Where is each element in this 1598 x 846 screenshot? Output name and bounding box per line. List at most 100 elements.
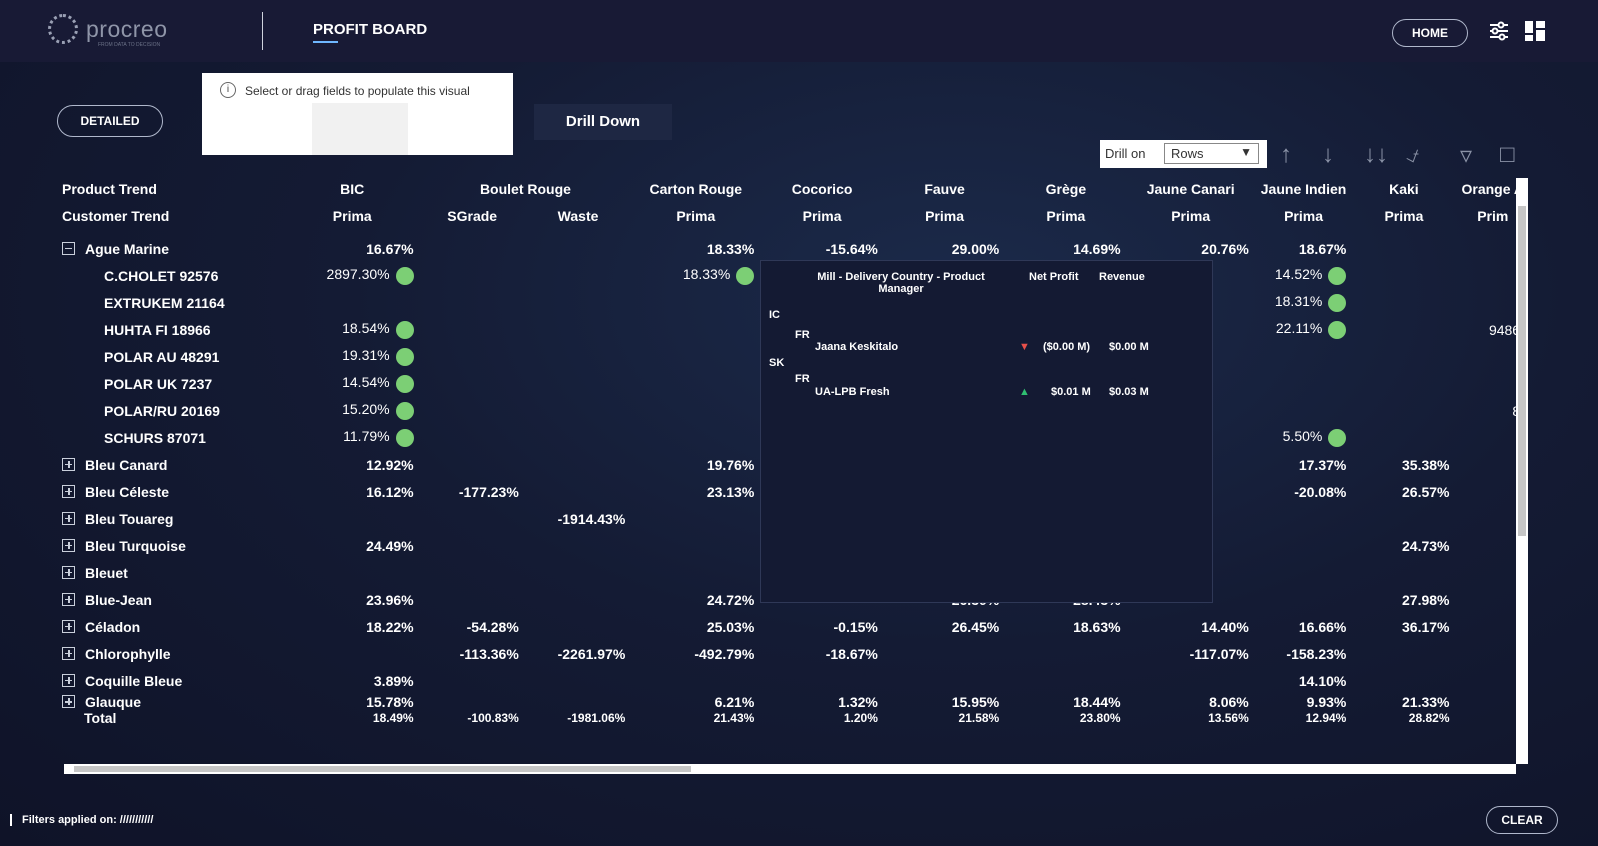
value-cell[interactable]	[631, 505, 760, 532]
value-cell[interactable]	[420, 559, 525, 586]
row-label-cell[interactable]: Bleuet	[56, 559, 285, 586]
value-cell[interactable]: 18.33%	[631, 262, 760, 289]
row-label-cell[interactable]: Bleu Céleste	[56, 478, 285, 505]
value-cell[interactable]	[420, 505, 525, 532]
value-cell[interactable]: -54.28%	[420, 613, 525, 640]
value-cell[interactable]: 18.44%	[1005, 694, 1126, 710]
value-cell[interactable]	[1255, 505, 1353, 532]
value-cell[interactable]	[1352, 397, 1455, 424]
column-header[interactable]: Jaune Indien	[1255, 175, 1353, 202]
value-cell[interactable]: 23.96%	[285, 586, 420, 613]
value-cell[interactable]: 17.37%	[1255, 451, 1353, 478]
table-row[interactable]: Céladon 18.22% -54.28% 25.03% -0.15% 26.45% 18…	[56, 613, 1530, 640]
value-cell[interactable]	[525, 262, 632, 289]
value-cell[interactable]: 26.45%	[884, 613, 1005, 640]
value-cell[interactable]: 22.11%	[1255, 316, 1353, 343]
value-cell[interactable]: 18.33%	[631, 235, 760, 262]
column-subheader[interactable]: Prima	[884, 202, 1005, 229]
row-label-cell[interactable]: Glauque	[56, 694, 285, 710]
column-header[interactable]: Jaune Canari	[1127, 175, 1255, 202]
value-cell[interactable]	[285, 640, 420, 667]
clear-button[interactable]: CLEAR	[1486, 806, 1558, 834]
value-cell[interactable]: 25.03%	[631, 613, 760, 640]
value-cell[interactable]	[420, 586, 525, 613]
value-cell[interactable]: 36.17%	[1352, 613, 1455, 640]
value-cell[interactable]: 20.76%	[1127, 235, 1255, 262]
value-cell[interactable]: 21.33%	[1352, 694, 1455, 710]
value-cell[interactable]	[525, 559, 632, 586]
column-header[interactable]: Carton Rouge	[631, 175, 760, 202]
value-cell[interactable]	[420, 694, 525, 710]
value-cell[interactable]: 18.63%	[1005, 613, 1126, 640]
home-button[interactable]: HOME	[1392, 19, 1468, 47]
table-row[interactable]: Coquille Bleue 3.89% 14.10%	[56, 667, 1530, 694]
column-header[interactable]: Boulet Rouge	[420, 175, 632, 202]
value-cell[interactable]	[420, 397, 525, 424]
value-cell[interactable]	[1005, 667, 1126, 694]
value-cell[interactable]	[285, 559, 420, 586]
expand-icon[interactable]	[62, 484, 75, 498]
value-cell[interactable]	[525, 289, 632, 316]
value-cell[interactable]: 14.52%	[1255, 262, 1353, 289]
horizontal-scrollbar[interactable]	[64, 764, 1516, 774]
value-cell[interactable]	[525, 532, 632, 559]
value-cell[interactable]: 18.67%	[1255, 235, 1353, 262]
value-cell[interactable]	[420, 262, 525, 289]
row-label-cell[interactable]: Bleu Turquoise	[56, 532, 285, 559]
value-cell[interactable]: -18.67%	[760, 640, 884, 667]
drill-down-icon[interactable]: ↓	[1322, 141, 1334, 169]
column-subheader[interactable]: Prima	[1127, 202, 1255, 229]
value-cell[interactable]: 12.92%	[285, 451, 420, 478]
row-label-cell[interactable]: POLAR AU 48291	[56, 343, 285, 370]
value-cell[interactable]	[1352, 667, 1455, 694]
value-cell[interactable]	[631, 370, 760, 397]
expand-icon[interactable]	[62, 538, 75, 552]
value-cell[interactable]	[631, 316, 760, 343]
value-cell[interactable]	[1127, 667, 1255, 694]
column-subheader[interactable]: Waste	[525, 202, 632, 229]
value-cell[interactable]: 15.95%	[884, 694, 1005, 710]
value-cell[interactable]	[1352, 559, 1455, 586]
value-cell[interactable]	[1352, 289, 1455, 316]
value-cell[interactable]	[420, 289, 525, 316]
value-cell[interactable]	[1255, 343, 1353, 370]
value-cell[interactable]: 14.54%	[285, 370, 420, 397]
focus-mode-icon[interactable]: □	[1500, 141, 1515, 169]
value-cell[interactable]: 27.98%	[1352, 586, 1455, 613]
value-cell[interactable]: -1914.43%	[525, 505, 632, 532]
value-cell[interactable]: -492.79%	[631, 640, 760, 667]
column-header[interactable]: Grège	[1005, 175, 1126, 202]
expand-icon[interactable]	[62, 695, 75, 708]
value-cell[interactable]	[285, 505, 420, 532]
drill-down-button[interactable]: Drill Down	[534, 104, 672, 140]
value-cell[interactable]: 15.20%	[285, 397, 420, 424]
value-cell[interactable]	[760, 667, 884, 694]
expand-hierarchy-icon[interactable]: ⍻	[1406, 141, 1419, 169]
value-cell[interactable]	[525, 586, 632, 613]
value-cell[interactable]: 15.78%	[285, 694, 420, 710]
value-cell[interactable]: 19.31%	[285, 343, 420, 370]
next-level-icon[interactable]: ↓↓	[1364, 141, 1388, 169]
row-label-cell[interactable]: SCHURS 87071	[56, 424, 285, 451]
value-cell[interactable]	[631, 559, 760, 586]
value-cell[interactable]	[420, 316, 525, 343]
value-cell[interactable]	[420, 532, 525, 559]
value-cell[interactable]	[631, 343, 760, 370]
value-cell[interactable]: 26.57%	[1352, 478, 1455, 505]
value-cell[interactable]	[525, 478, 632, 505]
sliders-icon[interactable]	[1488, 20, 1510, 47]
value-cell[interactable]: -117.07%	[1127, 640, 1255, 667]
expand-icon[interactable]	[62, 646, 75, 660]
row-label-cell[interactable]: HUHTA FI 18966	[56, 316, 285, 343]
value-cell[interactable]: 16.67%	[285, 235, 420, 262]
vertical-scroll-thumb[interactable]	[1518, 206, 1526, 536]
value-cell[interactable]	[1352, 505, 1455, 532]
row-label-cell[interactable]: Coquille Bleue	[56, 667, 285, 694]
column-subheader[interactable]: Prima	[1352, 202, 1455, 229]
column-header[interactable]: BIC	[285, 175, 420, 202]
value-cell[interactable]	[1352, 424, 1455, 451]
drill-up-icon[interactable]: ↑	[1280, 141, 1292, 169]
value-cell[interactable]: -20.08%	[1255, 478, 1353, 505]
value-cell[interactable]: 5.50%	[1255, 424, 1353, 451]
value-cell[interactable]	[1255, 586, 1353, 613]
